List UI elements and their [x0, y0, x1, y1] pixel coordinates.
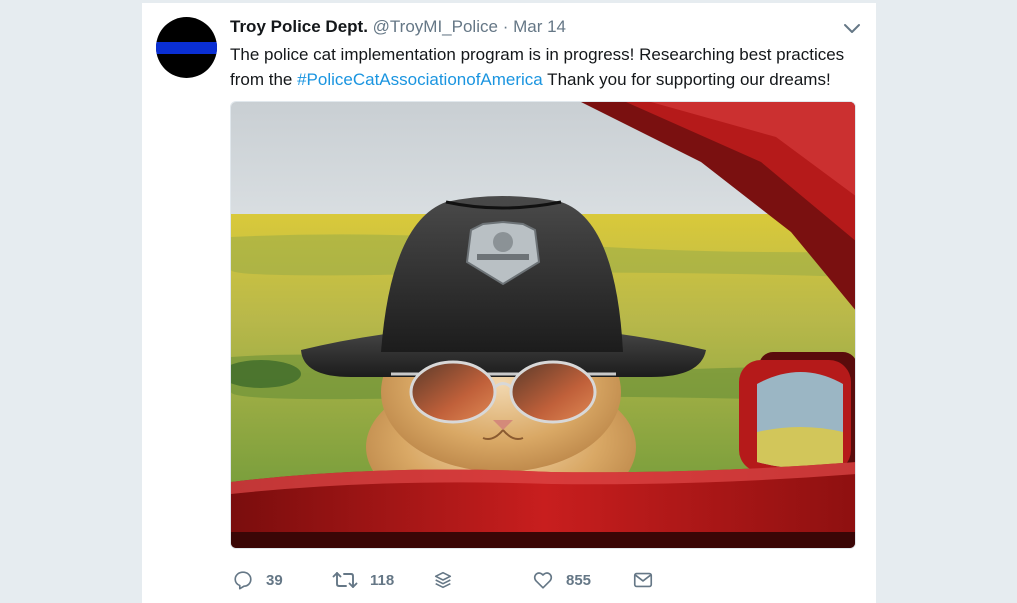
reply-count: 39	[266, 571, 283, 589]
thin-blue-line-stripe	[156, 42, 217, 54]
tweet-photo[interactable]	[230, 101, 856, 549]
chevron-down-icon[interactable]	[842, 21, 862, 35]
layers-button[interactable]	[432, 568, 454, 592]
heart-icon	[532, 569, 554, 591]
separator-dot: ·	[502, 17, 509, 36]
retweet-icon	[332, 569, 358, 591]
like-button[interactable]: 855	[532, 568, 591, 592]
like-count: 855	[566, 571, 592, 589]
avatar[interactable]	[156, 17, 217, 78]
retweet-button[interactable]: 118	[332, 568, 394, 592]
reply-button[interactable]: 39	[232, 568, 283, 592]
author-name[interactable]: Troy Police Dept.	[230, 17, 368, 36]
tweet-card[interactable]: Troy Police Dept. @TroyMI_Police · Mar 1…	[142, 3, 876, 603]
retweet-count: 118	[370, 571, 395, 589]
author-handle[interactable]: @TroyMI_Police	[373, 17, 498, 36]
police-cat-photo	[231, 102, 855, 548]
tweet-text: The police cat implementation program is…	[230, 42, 870, 92]
layers-icon	[432, 569, 454, 591]
tweet-date[interactable]: Mar 14	[513, 17, 566, 36]
envelope-icon	[632, 569, 654, 591]
reply-icon	[232, 569, 254, 591]
hashtag-link[interactable]: #PoliceCatAssociationofAmerica	[297, 70, 543, 89]
direct-message-button[interactable]	[632, 568, 654, 592]
tweet-actions: 39 118 855	[232, 568, 876, 592]
tweet-text-part2: Thank you for supporting our dreams!	[542, 70, 831, 89]
tweet-header: Troy Police Dept. @TroyMI_Police · Mar 1…	[230, 16, 836, 38]
